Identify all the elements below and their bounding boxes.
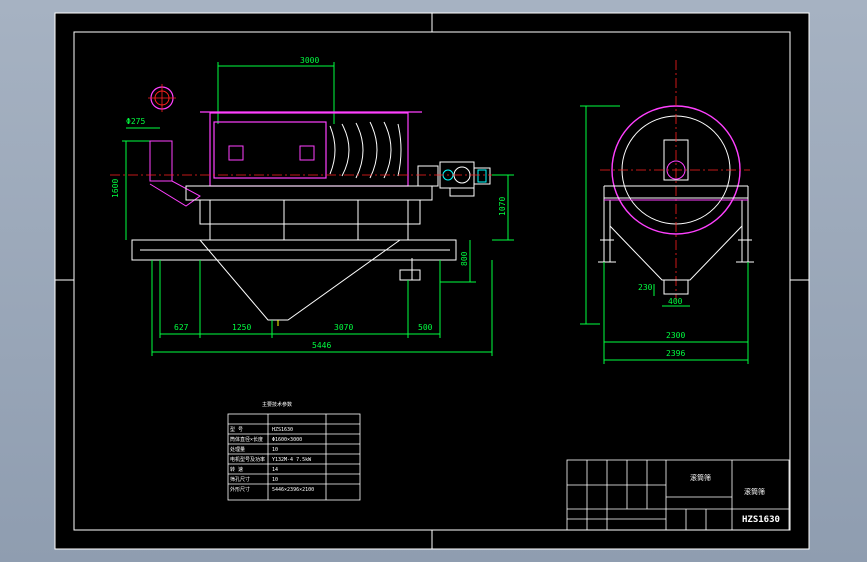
dim-left-height-text: 1600 xyxy=(111,179,120,198)
title-block-title: 滚筒筛 xyxy=(690,473,711,482)
dim-seg4-text: 500 xyxy=(418,323,433,332)
dim-seg3-text: 3070 xyxy=(334,323,353,332)
title-block-model: HZS1630 xyxy=(742,515,780,525)
dim-side-w2-text: 2396 xyxy=(666,349,685,358)
spec-row-3-value: 10 xyxy=(272,447,278,453)
spec-row-2-value: Φ1600×3000 xyxy=(272,437,302,443)
dim-overall-text: 5446 xyxy=(312,341,331,350)
spec-row-6-label: 筛孔尺寸 xyxy=(230,476,250,483)
spec-row-5-label: 转 速 xyxy=(230,466,243,473)
dim-leg-height-text: 800 xyxy=(460,251,469,266)
spec-row-6-value: 10 xyxy=(272,477,278,483)
spec-row-5-value: 14 xyxy=(272,467,278,473)
spec-row-4-label: 电机型号及功率 xyxy=(230,456,265,463)
spec-row-3-label: 处理量 xyxy=(230,446,245,453)
dim-pipe-dia-text: Φ275 xyxy=(126,117,145,126)
spec-row-4-value: Y132M-4 7.5kW xyxy=(272,457,312,463)
cad-viewport: 3000 Φ275 1600 1070 800 627 1250 3070 50… xyxy=(0,0,867,562)
dim-outlet-w-text: 400 xyxy=(668,297,683,306)
spec-table-heading: 主要技术参数 xyxy=(262,401,292,408)
dim-seg2-text: 1250 xyxy=(232,323,251,332)
dim-right-height-text: 1070 xyxy=(498,197,507,216)
spec-row-7-value: 5446×2396×2100 xyxy=(272,487,314,493)
dim-top-length-text: 3000 xyxy=(300,56,319,65)
title-block-subtitle: 滚筒筛 xyxy=(744,487,765,496)
dim-seg1-text: 627 xyxy=(174,323,189,332)
spec-row-1-label: 型 号 xyxy=(230,426,243,433)
drawing-sheet xyxy=(54,12,810,550)
dim-side-w1-text: 2300 xyxy=(666,331,685,340)
dim-side-h-text: 230 xyxy=(638,283,653,292)
spec-row-1-value: HZS1630 xyxy=(272,427,293,433)
spec-row-2-label: 筒体直径×长度 xyxy=(230,436,263,443)
spec-row-7-label: 外形尺寸 xyxy=(230,486,250,493)
cad-drawing: 3000 Φ275 1600 1070 800 627 1250 3070 50… xyxy=(54,12,810,550)
